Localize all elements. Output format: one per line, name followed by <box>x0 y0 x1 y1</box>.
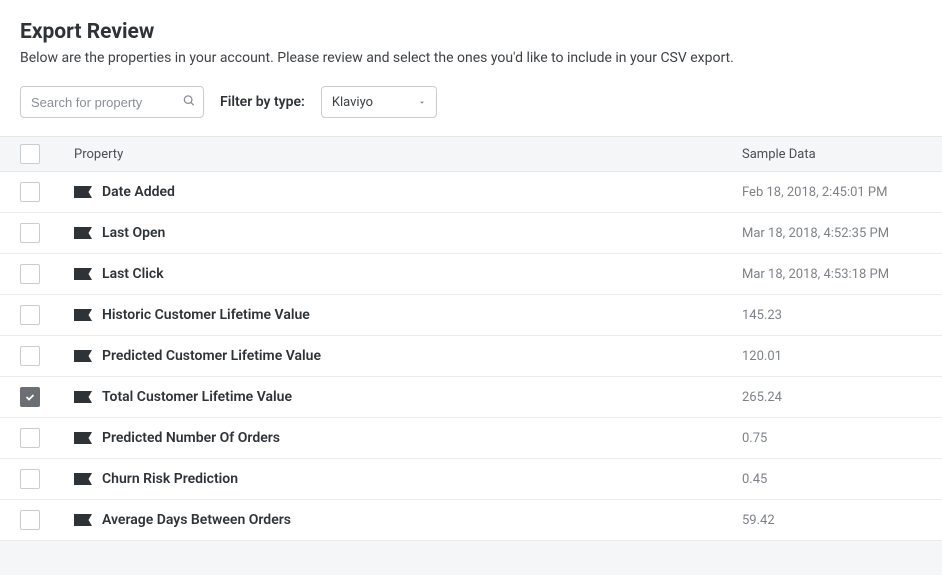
property-name: Predicted Number Of Orders <box>102 430 280 446</box>
row-checkbox[interactable] <box>20 223 40 243</box>
klaviyo-icon <box>74 349 92 363</box>
table-row: Predicted Customer Lifetime Value 120.01 <box>0 336 942 377</box>
row-checkbox[interactable] <box>20 305 40 325</box>
table-row: Total Customer Lifetime Value 265.24 <box>0 377 942 418</box>
klaviyo-icon <box>74 185 92 199</box>
search-icon <box>182 93 196 112</box>
sample-data: 145.23 <box>742 308 922 323</box>
sample-data: 0.75 <box>742 431 922 446</box>
table-row: Historic Customer Lifetime Value 145.23 <box>0 295 942 336</box>
klaviyo-icon <box>74 308 92 322</box>
search-input[interactable] <box>20 86 204 118</box>
row-checkbox[interactable] <box>20 428 40 448</box>
klaviyo-icon <box>74 431 92 445</box>
select-all-checkbox[interactable] <box>20 144 40 164</box>
footer-space <box>0 541 942 575</box>
sample-data: 120.01 <box>742 349 922 364</box>
sample-data: 0.45 <box>742 472 922 487</box>
klaviyo-icon <box>74 226 92 240</box>
row-checkbox[interactable] <box>20 387 40 407</box>
table-header: Property Sample Data <box>0 136 942 172</box>
type-select-value: Klaviyo <box>332 95 373 110</box>
row-checkbox[interactable] <box>20 510 40 530</box>
property-name: Last Click <box>102 266 164 282</box>
row-checkbox[interactable] <box>20 182 40 202</box>
property-name: Date Added <box>102 184 175 200</box>
table-row: Churn Risk Prediction 0.45 <box>0 459 942 500</box>
filter-label: Filter by type: <box>220 94 305 110</box>
table-row: Last Click Mar 18, 2018, 4:53:18 PM <box>0 254 942 295</box>
header-sample: Sample Data <box>742 147 922 162</box>
klaviyo-icon <box>74 267 92 281</box>
sample-data: 59.42 <box>742 513 922 528</box>
properties-table: Property Sample Data Date Added Feb 18, … <box>0 136 942 541</box>
table-row: Average Days Between Orders 59.42 <box>0 500 942 541</box>
property-name: Last Open <box>102 225 165 241</box>
klaviyo-icon <box>74 513 92 527</box>
property-name: Churn Risk Prediction <box>102 471 238 487</box>
table-row: Date Added Feb 18, 2018, 2:45:01 PM <box>0 172 942 213</box>
chevron-down-icon <box>417 93 427 112</box>
row-checkbox[interactable] <box>20 346 40 366</box>
klaviyo-icon <box>74 390 92 404</box>
row-checkbox[interactable] <box>20 264 40 284</box>
property-name: Historic Customer Lifetime Value <box>102 307 310 323</box>
sample-data: Mar 18, 2018, 4:52:35 PM <box>742 226 922 241</box>
row-checkbox[interactable] <box>20 469 40 489</box>
sample-data: Feb 18, 2018, 2:45:01 PM <box>742 185 922 200</box>
property-name: Total Customer Lifetime Value <box>102 389 292 405</box>
sample-data: Mar 18, 2018, 4:53:18 PM <box>742 267 922 282</box>
page-title: Export Review <box>20 20 922 44</box>
property-name: Predicted Customer Lifetime Value <box>102 348 321 364</box>
klaviyo-icon <box>74 472 92 486</box>
header-property: Property <box>74 147 742 162</box>
sample-data: 265.24 <box>742 390 922 405</box>
table-row: Predicted Number Of Orders 0.75 <box>0 418 942 459</box>
table-row: Last Open Mar 18, 2018, 4:52:35 PM <box>0 213 942 254</box>
page-subtitle: Below are the properties in your account… <box>20 50 922 66</box>
property-name: Average Days Between Orders <box>102 512 291 528</box>
